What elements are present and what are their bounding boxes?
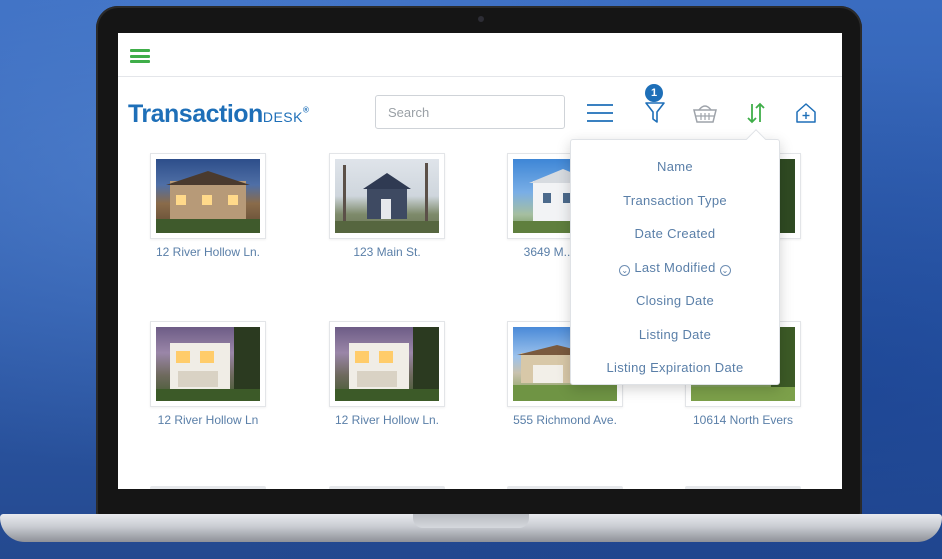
transaction-address: 12 River Hollow Ln xyxy=(157,413,259,427)
transaction-address: 123 Main St. xyxy=(353,245,421,259)
sort-option-last-modified[interactable]: ⌄ Last Modified ⌄ xyxy=(571,251,779,285)
menu-icon[interactable] xyxy=(130,49,150,63)
sort-option-label: Name xyxy=(657,159,693,174)
sort-options-list: Name Transaction Type Date Created ⌄ Last… xyxy=(571,140,779,385)
sort-option-label: Last Modified xyxy=(634,259,716,275)
logo-tm: ® xyxy=(302,105,309,115)
transactiondesk-logo[interactable]: TransactionDESK® xyxy=(128,100,309,129)
basket-icon xyxy=(693,105,717,123)
sort-option-transaction-type[interactable]: Transaction Type xyxy=(571,184,779,218)
sort-option-date-created[interactable]: Date Created xyxy=(571,217,779,251)
filter-count-badge: 1 xyxy=(645,84,663,102)
property-photo xyxy=(329,153,445,239)
sort-option-label: Listing Expiration Date xyxy=(606,360,744,375)
transaction-address: 12 River Hollow Ln. xyxy=(155,245,261,259)
transaction-tile[interactable]: 12 River Hollow Ln. xyxy=(322,321,452,427)
add-transaction-button[interactable] xyxy=(791,98,821,128)
sort-option-listing-expiration-date[interactable]: Listing Expiration Date xyxy=(571,351,779,385)
transaction-address: 555 Richmond Ave. xyxy=(513,413,617,427)
transaction-tile[interactable]: 12 River Hollow Ln xyxy=(143,321,273,427)
top-bar xyxy=(118,33,842,77)
sort-button[interactable] xyxy=(741,98,771,128)
sort-option-label: Closing Date xyxy=(635,293,715,308)
tile-peek xyxy=(685,486,801,489)
laptop-notch xyxy=(413,514,529,528)
transaction-address: 12 River Hollow Ln. xyxy=(334,413,440,427)
add-home-icon xyxy=(796,103,816,123)
tile-peek xyxy=(150,486,266,489)
sort-direction-icon: ⌄ xyxy=(619,264,631,276)
sort-option-label: Transaction Type xyxy=(623,192,727,208)
transaction-tile[interactable]: 12 River Hollow Ln. xyxy=(143,153,273,259)
tile-peek xyxy=(329,486,445,489)
sort-option-closing-date[interactable]: Closing Date xyxy=(571,284,779,318)
property-photo xyxy=(150,321,266,407)
sort-direction-icon: ⌄ xyxy=(719,264,731,276)
list-view-button[interactable] xyxy=(585,98,615,128)
sort-option-listing-date[interactable]: Listing Date xyxy=(571,318,779,352)
logo-sub: DESK xyxy=(262,109,303,125)
logo-main: Transaction xyxy=(128,100,263,128)
transaction-tile[interactable]: 123 Main St. xyxy=(322,153,452,259)
basket-button[interactable] xyxy=(690,98,720,128)
sort-option-label: Listing Date xyxy=(638,326,712,342)
filter-icon xyxy=(645,102,665,123)
sort-option-label: Date Created xyxy=(634,226,716,241)
filter-button[interactable] xyxy=(640,98,670,128)
app-screen: TransactionDESK® 1 xyxy=(118,33,842,489)
webcam-dot xyxy=(478,16,484,22)
property-photo xyxy=(329,321,445,407)
search-input[interactable] xyxy=(375,95,565,129)
property-photo xyxy=(150,153,266,239)
sort-dropdown: Name Transaction Type Date Created ⌄ Last… xyxy=(570,129,780,385)
sort-option-name[interactable]: Name xyxy=(571,150,779,184)
sort-icon xyxy=(747,102,765,124)
tile-peek xyxy=(507,486,623,489)
list-icon xyxy=(587,104,613,122)
transaction-address: 10614 North Evers xyxy=(692,413,794,427)
